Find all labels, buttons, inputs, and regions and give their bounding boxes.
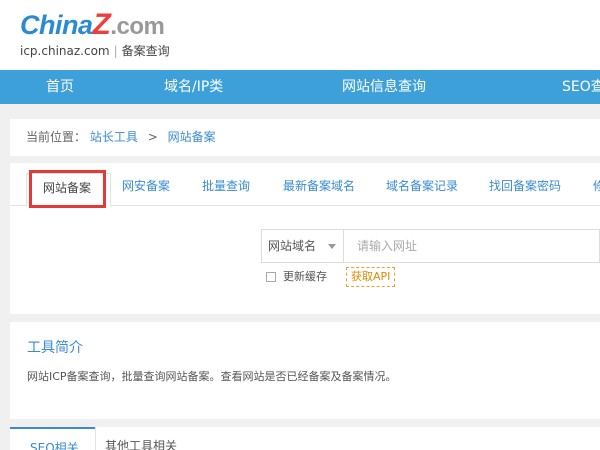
refresh-cache-checkbox[interactable] — [266, 272, 276, 282]
logo-domain: icp.chinaz.com — [20, 44, 110, 58]
breadcrumb-item-icp[interactable]: 网站备案 — [168, 130, 216, 144]
site-header: ChinaZ.com icp.chinaz.com | 备案查询 — [0, 0, 600, 70]
tab-batch-query[interactable]: 批量查询 — [202, 163, 250, 206]
site-logo[interactable]: ChinaZ.com icp.chinaz.com | 备案查询 — [20, 10, 170, 59]
tab-latest-domains[interactable]: 最新备案域名 — [283, 163, 355, 206]
chevron-down-icon — [328, 244, 336, 249]
nav-item-domain-ip[interactable]: 域名/IP类 — [164, 70, 223, 104]
tab-other-tools[interactable]: 其他工具相关 — [105, 437, 177, 450]
logo-brand-com: .com — [110, 13, 165, 40]
tool-intro-panel: 工具简介 网站ICP备案查询，批量查询网站备案。查看网站是否已经备案及备案情况。 — [10, 322, 600, 419]
logo-site-title: 备案查询 — [121, 44, 170, 58]
query-panel: 网站备案 网安备案 批量查询 最新备案域名 域名备案记录 找回备案密码 修 网站… — [10, 163, 600, 314]
breadcrumb-separator: > — [147, 130, 158, 144]
search-group: 网站域名 — [261, 229, 600, 263]
intro-title: 工具简介 — [27, 340, 83, 356]
tab-domain-records[interactable]: 域名备案记录 — [386, 163, 458, 206]
breadcrumb: 当前位置： 站长工具 > 网站备案 — [10, 119, 600, 156]
tab-police-record[interactable]: 网安备案 — [122, 163, 170, 206]
logo-subtitle: icp.chinaz.com | 备案查询 — [20, 43, 170, 59]
related-tools-panel: SEO相关 其他工具相关 — [10, 427, 600, 450]
breadcrumb-item-tools[interactable]: 站长工具 — [90, 130, 138, 144]
intro-description: 网站ICP备案查询，批量查询网站备案。查看网站是否已经备案及备案情况。 — [27, 370, 397, 383]
nav-item-home[interactable]: 首页 — [46, 70, 74, 104]
tab-bar: 网站备案 网安备案 批量查询 最新备案域名 域名备案记录 找回备案密码 修 — [10, 163, 600, 207]
breadcrumb-label: 当前位置： — [26, 130, 87, 144]
search-type-select[interactable]: 网站域名 — [262, 230, 344, 262]
tab-site-icp[interactable]: 网站备案 — [26, 173, 111, 207]
nav-item-seo[interactable]: SEO查 — [562, 70, 600, 104]
tab-seo-related[interactable]: SEO相关 — [10, 427, 95, 450]
get-api-button[interactable]: 获取API — [346, 267, 396, 287]
logo-brand-z: Z — [92, 8, 111, 41]
logo-brand-main: China — [20, 10, 93, 40]
nav-item-site-info[interactable]: 网站信息查询 — [342, 70, 426, 104]
main-nav: 首页 域名/IP类 网站信息查询 SEO查 — [0, 70, 600, 104]
tab-recover-password[interactable]: 找回备案密码 — [489, 163, 561, 206]
logo-wordmark: ChinaZ.com — [20, 10, 170, 42]
logo-separator: | — [113, 44, 118, 58]
search-input[interactable] — [345, 230, 600, 262]
refresh-cache-label: 更新缓存 — [283, 270, 327, 283]
tab-divider — [95, 427, 96, 450]
search-type-value: 网站域名 — [268, 239, 317, 253]
tab-more[interactable]: 修 — [593, 163, 600, 206]
